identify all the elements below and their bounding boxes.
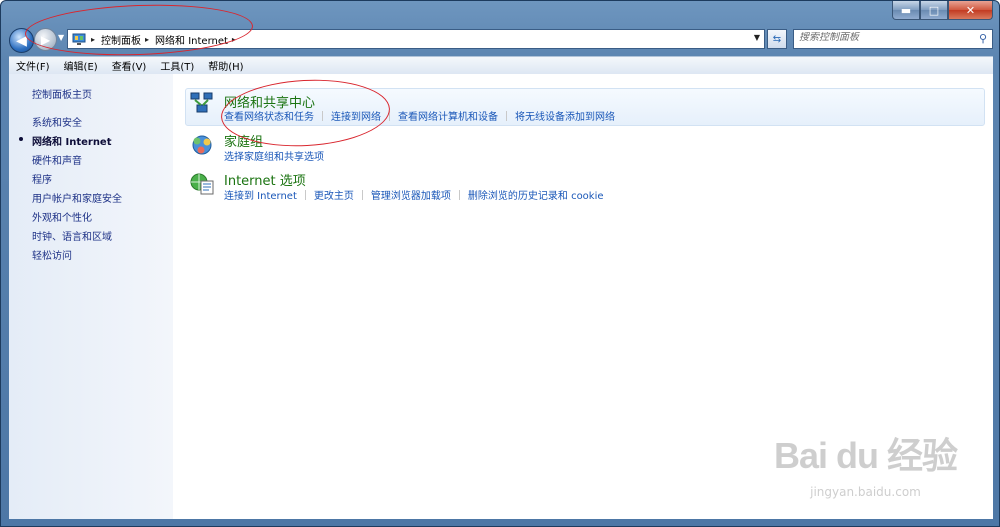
menu-help[interactable]: 帮助(H) bbox=[201, 58, 250, 73]
search-box[interactable]: ⚲ bbox=[793, 29, 993, 49]
recent-pages-dropdown[interactable]: ▼ bbox=[58, 33, 64, 42]
address-bar[interactable]: ▸ 控制面板 ▸ 网络和 Internet ▸ ▼ bbox=[67, 29, 765, 49]
sidebar-item-system-security[interactable]: 系统和安全 bbox=[32, 114, 82, 129]
minimize-button[interactable]: ▬ bbox=[892, 1, 920, 20]
main-content: 网络和共享中心 查看网络状态和任务 连接到网络 查看网络计算机和设备 将无线设备… bbox=[173, 74, 993, 519]
breadcrumb-chevron-icon[interactable]: ▸ bbox=[145, 35, 149, 44]
link-separator bbox=[322, 110, 323, 121]
title-bar: ▬ □ ✕ bbox=[1, 1, 999, 25]
control-panel-icon-svg bbox=[72, 33, 86, 45]
internet-options-icon[interactable] bbox=[189, 171, 215, 197]
link-connect-to-network[interactable]: 连接到网络 bbox=[331, 108, 381, 123]
link-separator bbox=[458, 189, 460, 200]
sidebar-item-home[interactable]: 控制面板主页 bbox=[32, 86, 92, 101]
menu-file[interactable]: 文件(F) bbox=[9, 58, 57, 73]
homegroup-icon-svg bbox=[192, 135, 212, 155]
link-connect-to-internet[interactable]: 连接到 Internet bbox=[224, 187, 297, 202]
menu-tools[interactable]: 工具(T) bbox=[153, 58, 201, 73]
window-controls: ▬ □ ✕ bbox=[892, 1, 993, 20]
navigation-bar: ◀ ▶ ▼ ▸ 控制面板 ▸ 网络和 Internet ▸ ▼ ⇆ ⚲ bbox=[1, 25, 999, 55]
link-change-home-page[interactable]: 更改主页 bbox=[314, 187, 354, 202]
breadcrumb-chevron-icon[interactable]: ▸ bbox=[232, 35, 236, 44]
link-separator bbox=[361, 189, 363, 200]
breadcrumb-chevron-icon[interactable]: ▸ bbox=[91, 35, 95, 44]
control-panel-icon bbox=[71, 32, 87, 46]
maximize-button[interactable]: □ bbox=[920, 1, 948, 20]
network-sharing-icon[interactable] bbox=[189, 90, 215, 116]
sidebar-item-network-internet: 网络和 Internet bbox=[32, 137, 112, 148]
address-dropdown-icon[interactable]: ▼ bbox=[754, 33, 760, 42]
link-separator bbox=[304, 189, 306, 200]
link-separator bbox=[389, 110, 390, 121]
network-sharing-icon-svg bbox=[190, 92, 213, 113]
forward-button[interactable]: ▶ bbox=[34, 28, 57, 51]
menu-edit[interactable]: 编辑(E) bbox=[57, 58, 105, 73]
watermark: Bai du 经验 jingyan.baidu.com bbox=[773, 427, 958, 499]
back-button[interactable]: ◀ bbox=[9, 28, 34, 53]
sidebar-item-user-accounts[interactable]: 用户帐户和家庭安全 bbox=[32, 190, 122, 205]
category-links-homegroup: 选择家庭组和共享选项 bbox=[224, 148, 324, 163]
category-links-internet-options: 连接到 Internet 更改主页 管理浏览器加载项 删除浏览的历史记录和 co… bbox=[224, 187, 604, 202]
homegroup-icon[interactable] bbox=[189, 132, 215, 158]
internet-options-icon-svg bbox=[190, 173, 214, 195]
link-choose-homegroup-options[interactable]: 选择家庭组和共享选项 bbox=[224, 148, 324, 163]
close-button[interactable]: ✕ bbox=[948, 1, 993, 20]
sidebar-item-hardware-sound[interactable]: 硬件和声音 bbox=[32, 152, 82, 167]
refresh-button[interactable]: ⇆ bbox=[767, 29, 787, 49]
watermark-url: jingyan.baidu.com bbox=[810, 485, 921, 499]
breadcrumb-network-internet[interactable]: 网络和 Internet bbox=[155, 32, 228, 47]
current-item-bullet-icon bbox=[19, 137, 23, 141]
link-separator bbox=[506, 110, 507, 121]
sidebar-item-ease-of-access[interactable]: 轻松访问 bbox=[32, 247, 72, 262]
link-manage-addons[interactable]: 管理浏览器加载项 bbox=[371, 187, 451, 202]
link-delete-browsing-history[interactable]: 删除浏览的历史记录和 cookie bbox=[468, 187, 604, 202]
link-add-wireless-device[interactable]: 将无线设备添加到网络 bbox=[515, 108, 615, 123]
sidebar-item-programs[interactable]: 程序 bbox=[32, 171, 52, 186]
sidebar-item-clock-language[interactable]: 时钟、语言和区域 bbox=[32, 228, 112, 243]
menu-bar: 文件(F) 编辑(E) 查看(V) 工具(T) 帮助(H) bbox=[9, 56, 993, 74]
sidebar-item-appearance[interactable]: 外观和个性化 bbox=[32, 209, 92, 224]
link-view-network-computers[interactable]: 查看网络计算机和设备 bbox=[398, 108, 498, 123]
menu-view[interactable]: 查看(V) bbox=[105, 58, 154, 73]
sidebar: 控制面板主页 系统和安全 网络和 Internet 硬件和声音 程序 用户帐户和… bbox=[9, 74, 173, 519]
link-view-network-status[interactable]: 查看网络状态和任务 bbox=[224, 108, 314, 123]
search-icon[interactable]: ⚲ bbox=[979, 32, 987, 45]
control-panel-window: ▬ □ ✕ ◀ ▶ ▼ ▸ 控制面板 ▸ 网络和 Internet ▸ ▼ ⇆ … bbox=[0, 0, 1000, 527]
watermark-logo: Bai du 经验 bbox=[773, 435, 958, 476]
category-links-network-sharing: 查看网络状态和任务 连接到网络 查看网络计算机和设备 将无线设备添加到网络 bbox=[224, 108, 615, 123]
search-input[interactable] bbox=[799, 32, 969, 43]
breadcrumb-control-panel[interactable]: 控制面板 bbox=[101, 32, 141, 47]
